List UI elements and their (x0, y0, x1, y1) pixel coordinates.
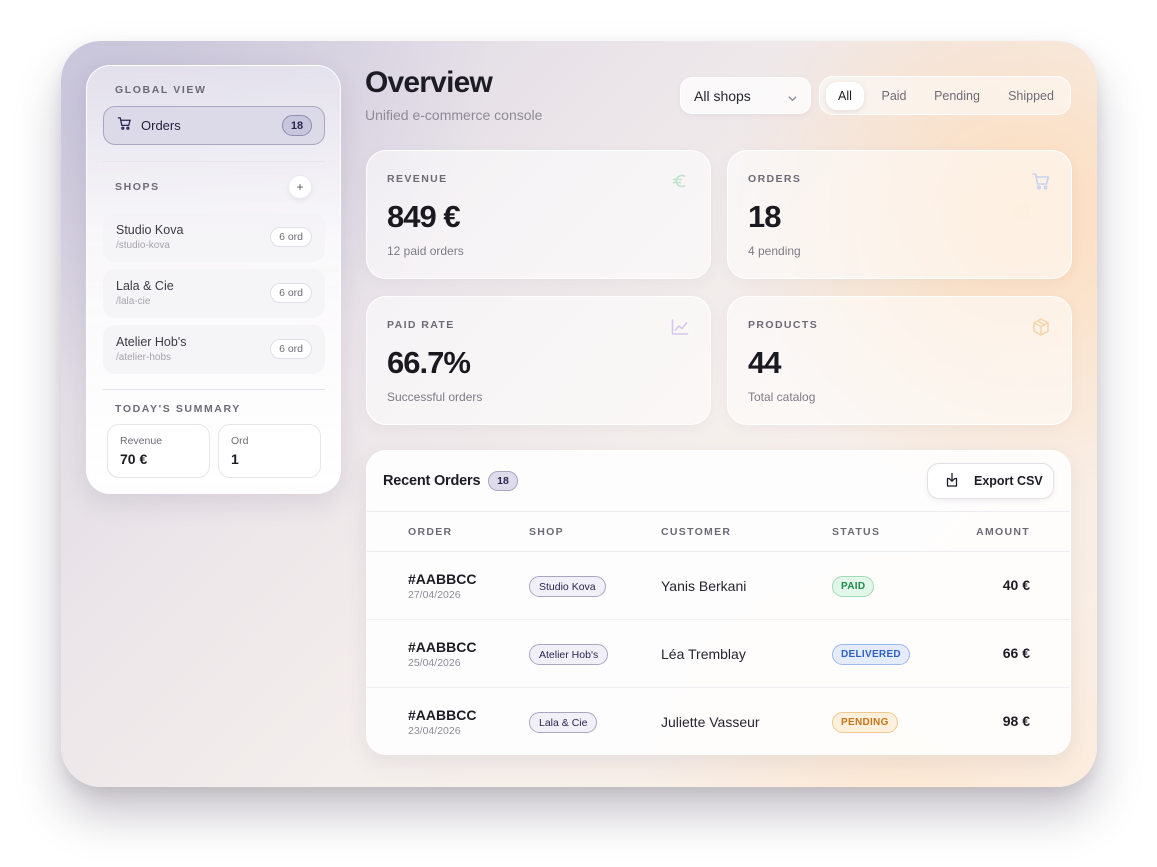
column-header-amount: AMOUNT (976, 526, 1030, 538)
shop-pill: Lala & Cie (529, 712, 598, 733)
shop-pill: Studio Kova (529, 576, 606, 597)
download-icon (944, 472, 960, 491)
column-header-order: ORDER (408, 526, 453, 538)
shop-name: Lala & Cie (116, 279, 174, 293)
divider (103, 389, 325, 390)
tab-all[interactable]: All (826, 82, 864, 110)
stat-label: ORDERS (748, 173, 802, 185)
page-title: Overview (365, 66, 493, 99)
shop-order-count: 6 ord (270, 283, 312, 303)
shop-select-value: All shops (694, 87, 751, 104)
add-shop-button[interactable]: + (288, 175, 312, 199)
shop-slug: /studio-kova (116, 240, 170, 251)
customer-name: Yanis Berkani (661, 578, 747, 594)
orders-count-badge: 18 (282, 115, 312, 136)
sidebar-item-shop[interactable]: Studio Kova /studio-kova 6 ord (103, 213, 325, 262)
summary-card-revenue: Revenue 70 € (107, 424, 210, 478)
recent-orders-title: Recent Orders (383, 473, 481, 489)
status-badge: DELIVERED (832, 644, 910, 665)
chevron-down-icon (787, 91, 798, 107)
status-badge: PENDING (832, 712, 898, 733)
tab-paid[interactable]: Paid (871, 82, 917, 110)
export-csv-button[interactable]: Export CSV (927, 463, 1054, 499)
orders-count-badge: 18 (488, 471, 518, 491)
tab-shipped[interactable]: Shipped (996, 82, 1066, 110)
shop-pill: Atelier Hob's (529, 644, 609, 665)
stat-value: 18 (748, 199, 781, 234)
trend-chart-icon (670, 317, 690, 337)
order-id: #AABBCC (408, 707, 477, 723)
euro-icon (670, 171, 690, 191)
shop-slug: /lala-cie (116, 296, 151, 307)
column-header-customer: CUSTOMER (661, 526, 732, 538)
stat-note: Successful orders (387, 390, 483, 404)
app-window: GLOBAL VIEW Orders 18 SHOPS + Studio Kov… (61, 41, 1097, 787)
shop-name: Atelier Hob's (116, 335, 187, 349)
table-header: ORDER SHOP CUSTOMER STATUS AMOUNT (367, 511, 1070, 552)
order-id: #AABBCC (408, 639, 477, 655)
shop-slug: /atelier-hobs (116, 352, 172, 363)
cart-icon (1031, 171, 1051, 191)
summary-card-orders: Ord 1 (218, 424, 321, 478)
sidebar-item-orders[interactable]: Orders 18 (103, 106, 325, 145)
status-filter-tabs: All Paid Pending Shipped (819, 76, 1071, 115)
order-amount: 98 € (1002, 713, 1030, 729)
summary-value: 70 € (120, 451, 148, 467)
stat-card-paid-rate: PAID RATE 66.7% Successful orders (366, 296, 711, 425)
order-date: 23/04/2026 (408, 725, 461, 737)
shop-order-count: 6 ord (270, 339, 312, 359)
table-row[interactable]: #AABBCC 25/04/2026 Atelier Hob's Léa Tre… (367, 620, 1070, 688)
stat-value: 849 € (387, 199, 461, 234)
stat-card-revenue: REVENUE 849 € 12 paid orders (366, 150, 711, 279)
recent-orders-panel: Recent Orders 18 Export CSV ORDER SHOP C… (366, 450, 1071, 755)
shop-order-count: 6 ord (270, 227, 312, 247)
stat-label: PRODUCTS (748, 319, 819, 331)
tab-pending[interactable]: Pending (924, 82, 990, 110)
stat-value: 66.7% (387, 345, 471, 380)
order-date: 27/04/2026 (408, 589, 461, 601)
export-csv-label: Export CSV (974, 474, 1043, 488)
summary-key: Revenue (120, 435, 163, 447)
sidebar-item-label: Orders (141, 118, 181, 133)
table-row[interactable]: #AABBCC 27/04/2026 Studio Kova Yanis Ber… (367, 552, 1070, 620)
stat-label: REVENUE (387, 173, 448, 185)
page-subtitle: Unified e-commerce console (365, 107, 543, 123)
global-view-label: GLOBAL VIEW (115, 84, 207, 96)
stat-card-orders: ORDERS 18 4 pending (727, 150, 1072, 279)
cart-icon (117, 116, 132, 136)
stat-card-products: PRODUCTS 44 Total catalog (727, 296, 1072, 425)
stat-note: 4 pending (748, 244, 801, 258)
summary-value: 1 (231, 451, 239, 467)
stat-label: PAID RATE (387, 319, 455, 331)
stat-value: 44 (748, 345, 781, 380)
package-icon (1031, 317, 1051, 337)
order-amount: 40 € (1002, 577, 1030, 593)
status-badge: PAID (832, 576, 875, 597)
summary-key: Ord (231, 435, 249, 447)
stat-note: 12 paid orders (387, 244, 464, 258)
order-id: #AABBCC (408, 571, 477, 587)
customer-name: Léa Tremblay (661, 646, 746, 662)
shop-name: Studio Kova (116, 223, 184, 237)
shops-label: SHOPS (115, 181, 160, 193)
sidebar-item-shop[interactable]: Lala & Cie /lala-cie 6 ord (103, 269, 325, 318)
sidebar-item-shop[interactable]: Atelier Hob's /atelier-hobs 6 ord (103, 325, 325, 374)
stat-note: Total catalog (748, 390, 816, 404)
customer-name: Juliette Vasseur (661, 714, 760, 730)
column-header-shop: SHOP (529, 526, 564, 538)
column-header-status: STATUS (832, 526, 881, 538)
order-date: 25/04/2026 (408, 657, 461, 669)
shop-select[interactable]: All shops (680, 77, 811, 114)
order-amount: 66 € (1002, 645, 1030, 661)
summary-label: TODAY'S SUMMARY (115, 403, 241, 415)
table-row[interactable]: #AABBCC 23/04/2026 Lala & Cie Juliette V… (367, 688, 1070, 754)
divider (103, 161, 325, 162)
sidebar: GLOBAL VIEW Orders 18 SHOPS + Studio Kov… (86, 65, 341, 494)
